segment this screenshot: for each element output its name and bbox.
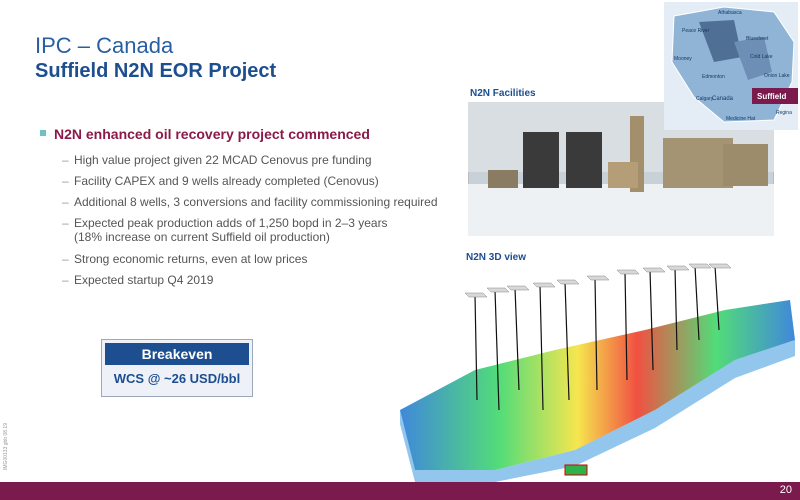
list-item: High value project given 22 MCAD Cenovus… — [62, 150, 462, 171]
map-label-athabasca: Athabasca — [718, 10, 742, 16]
map-label-regina: Regina — [776, 110, 792, 116]
footer-bar: 20 — [0, 482, 800, 500]
slide-subtitle: Suffield N2N EOR Project — [35, 60, 277, 82]
bullet-square-icon — [40, 130, 46, 137]
map-label-canada: Canada — [712, 96, 734, 102]
document-code: IMG00133 gbb 08.19 — [3, 423, 9, 470]
list-item-continuation: (18% increase on current Suffield oil pr… — [74, 230, 330, 244]
map-label-cold-lake: Cold Lake — [750, 54, 773, 60]
page-number: 20 — [779, 484, 792, 496]
breakeven-value: WCS @ ~26 USD/bbl — [113, 371, 241, 386]
breakeven-box: Breakeven WCS @ ~26 USD/bbl — [101, 339, 253, 397]
list-item: Additional 8 wells, 3 conversions and fa… — [62, 192, 462, 213]
facilities-label: N2N Facilities — [470, 88, 536, 99]
map-label-mooney: Mooney — [674, 56, 692, 62]
map-label-peace-river: Peace River — [682, 28, 710, 34]
map-label-bluesheet: Bluesheet — [746, 36, 769, 42]
list-item: Facility CAPEX and 9 wells already compl… — [62, 171, 462, 192]
canada-region-map: Athabasca Peace River Bluesheet Cold Lak… — [664, 2, 798, 130]
3d-reservoir-view — [400, 263, 795, 482]
map-label-onion-lake: Onion Lake — [764, 73, 790, 79]
map-label-edmonton: Edmonton — [702, 74, 725, 80]
map-label-suffield: Suffield — [757, 92, 786, 101]
breakeven-title: Breakeven — [105, 343, 249, 365]
map-label-medicine-hat: Medicine Hat — [726, 116, 756, 122]
main-bullet-text: N2N enhanced oil recovery project commen… — [54, 126, 370, 142]
slide-title: IPC – Canada — [35, 33, 174, 58]
main-bullet: N2N enhanced oil recovery project commen… — [40, 126, 370, 142]
